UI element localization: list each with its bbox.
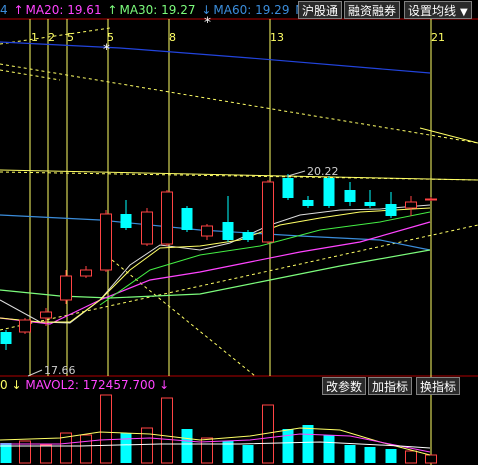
- volume-bar-up: [40, 444, 52, 464]
- marker-label-8: 8: [169, 31, 176, 44]
- candle-body-down: [222, 222, 234, 240]
- ma-settings-dropdown[interactable]: 设置均线 ▼: [404, 1, 472, 19]
- candle-body-down: [364, 202, 376, 206]
- margin-trading-button[interactable]: 融资融券: [344, 1, 401, 19]
- volume-bar-down: [282, 429, 294, 463]
- volume-bar-up: [80, 434, 92, 464]
- marker-label-2: 2: [48, 31, 55, 44]
- add-indicator-label: 加指标: [372, 380, 409, 394]
- volume-bar-up: [425, 454, 437, 464]
- marker-label-13: 13: [270, 31, 284, 44]
- low-price-label: 17.66: [44, 364, 76, 377]
- ma20-line: [0, 221, 431, 325]
- modify-params-button[interactable]: 改参数: [322, 377, 367, 395]
- volume-bar-down: [120, 433, 132, 463]
- sh-hk-connect-button[interactable]: 沪股通: [298, 1, 343, 19]
- marker-label-3: 5: [67, 31, 74, 44]
- vol-arrow: ↓: [11, 378, 22, 392]
- candle-body-up: [40, 311, 52, 319]
- ma20-value: MA20: 19.61: [25, 3, 102, 17]
- candle-body-down: [323, 178, 335, 206]
- fibonacci-markers: [29, 19, 432, 465]
- high-price-label: 20.22: [307, 165, 339, 178]
- ma60-value: MA60: 19.29: [213, 3, 290, 17]
- candle-body-down: [385, 204, 397, 216]
- vol-prefix: 0: [0, 378, 8, 392]
- candle-body-down: [0, 332, 12, 344]
- ma-legend: 4 ↑ MA20: 19.61 ↑ MA30: 19.27 ↓ MA60: 19.29…: [0, 1, 316, 19]
- candle-body-down: [344, 190, 356, 202]
- candle-body-up: [405, 201, 417, 209]
- candle-body-up: [262, 181, 274, 243]
- mavol2-value: MAVOL2: 172457.700: [25, 378, 156, 392]
- trend-line-dashed: [111, 259, 256, 377]
- chevron-down-icon: ▼: [460, 7, 468, 18]
- ma30-value: MA30: 19.27: [119, 3, 196, 17]
- volume-bar-down: [242, 445, 254, 463]
- candle-body-up: [80, 269, 92, 277]
- ma-long-line: [0, 41, 431, 74]
- candlesticks: [0, 170, 437, 377]
- candle-body-up: [161, 191, 173, 245]
- resistance-line: [0, 169, 478, 181]
- ma30-arrow: ↑: [107, 3, 118, 17]
- volume-bar-up: [100, 394, 112, 464]
- volume-legend: 0 ↓ MAVOL2: 172457.700 ↓: [0, 377, 169, 393]
- trend-line-solid: [419, 127, 478, 144]
- marker-label-1: 1: [31, 31, 38, 44]
- ma5-line: [0, 204, 431, 324]
- candle-body-up: [60, 275, 72, 301]
- candle-body-up: [201, 225, 213, 237]
- star-icon: *: [204, 15, 211, 31]
- star-icon: *: [103, 42, 110, 58]
- add-indicator-button[interactable]: 加指标: [368, 377, 413, 395]
- mavol2-arrow: ↓: [159, 378, 170, 392]
- candle-body-up: [100, 213, 112, 271]
- volume-bar-up: [161, 397, 173, 464]
- candle-body-up: [141, 211, 153, 245]
- volume-bar-down: [344, 445, 356, 463]
- chart-grid: [0, 18, 478, 377]
- change-indicator-button[interactable]: 换指标: [416, 377, 461, 395]
- candle-body-up: [19, 319, 31, 333]
- marker-label-21: 21: [431, 31, 445, 44]
- trend-line-dashed: [0, 27, 111, 45]
- legend-prefix: 4: [0, 3, 8, 17]
- ma60-line: [0, 214, 431, 251]
- volume-bar-down: [302, 425, 314, 463]
- high-pointer-line: [287, 170, 306, 177]
- candle-body-down: [120, 214, 132, 228]
- change-indicator-label: 换指标: [420, 380, 457, 394]
- candle-body-down: [302, 200, 314, 206]
- volume-bar-up: [405, 450, 417, 464]
- ma20-arrow: ↑: [13, 3, 24, 17]
- margin-trading-label: 融资融券: [348, 4, 397, 18]
- volume-bar-down: [323, 435, 335, 463]
- volume-bars: [0, 394, 437, 464]
- modify-params-label: 改参数: [326, 380, 363, 394]
- ma-settings-label: 设置均线: [408, 4, 457, 18]
- candle-body-down: [242, 232, 254, 240]
- volume-bar-down: [181, 429, 193, 463]
- trend-line-dashed: [0, 63, 478, 144]
- candle-body-down: [282, 178, 294, 198]
- ma10-line: [0, 207, 431, 323]
- volume-bar-down: [364, 447, 376, 463]
- volume-bar-down: [385, 449, 397, 463]
- candle-body-down: [181, 208, 193, 230]
- candle-body-up: [425, 198, 437, 201]
- sh-hk-connect-label: 沪股通: [302, 4, 339, 18]
